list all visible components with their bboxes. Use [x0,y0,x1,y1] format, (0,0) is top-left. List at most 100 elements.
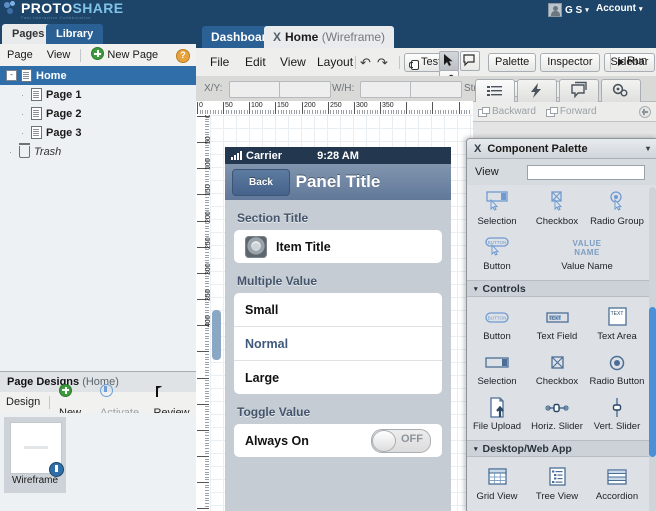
logo[interactable]: PROTOSHARE [4,1,124,15]
tree-item-home[interactable]: - Home [0,66,196,85]
ruler-tick [393,110,394,114]
bring-forward-button[interactable]: Forward [541,106,602,117]
list-item-large[interactable]: Large [234,360,442,394]
chevron-down-icon[interactable]: ▾ [646,144,650,153]
h-input[interactable] [410,81,462,98]
palette-scroll-area[interactable]: Selection Checkbox Radio Group BUTTON Bu… [467,185,656,511]
list-item-small[interactable]: Small [234,293,442,326]
help-icon[interactable]: ? [176,49,190,63]
ruler-tick [262,110,263,114]
menu-view[interactable]: View [40,44,78,66]
palette-title-bar: X Component Palette ▾ [467,139,656,159]
palette-section-label: Controls [482,282,526,295]
run-button[interactable]: Run [618,53,647,70]
tree-item-page-2[interactable]: · Page 2 [0,104,196,123]
user-menu[interactable]: G S ▾ [548,3,589,17]
account-menu[interactable]: Account ▾ [596,3,643,14]
palette-item-file-upload[interactable]: File Upload [467,392,527,437]
y-input[interactable] [279,81,331,98]
palette-item-selection[interactable]: Selection [467,347,527,392]
palette-item-value-name[interactable]: VALUE NAME Value Name [527,232,647,277]
ruler-tick [205,425,209,426]
palette-button[interactable]: Palette [488,53,537,72]
palette-item-text-field[interactable]: TEXT Text Field [527,302,587,347]
ruler-tick [205,440,209,441]
design-thumbnail-wireframe[interactable]: Wireframe [4,417,66,493]
xy-label: X/Y: [204,83,223,94]
ruler-tick [200,110,201,114]
notes-tab[interactable] [559,79,599,103]
tree-item-page-3[interactable]: · Page 3 [0,123,196,142]
palette-scrollbar[interactable] [649,187,656,511]
list-item-normal[interactable]: Normal [234,326,442,360]
palette-item-grid-view[interactable]: Grid View [467,462,527,507]
menu-design[interactable]: Design [0,392,46,413]
palette-item-selection-mobile[interactable]: Selection [467,187,527,232]
menu-view[interactable]: View [276,54,310,71]
list-item-item-title[interactable]: Item Title [234,230,442,263]
palette-item-accordion[interactable]: Accordion [587,462,647,507]
palette-item-vertical-slider[interactable]: Vert. Slider [587,392,647,437]
w-input[interactable] [360,81,412,98]
tree-item-page-1[interactable]: · Page 1 [0,85,196,104]
canvas-scrollbar[interactable] [212,310,221,360]
ruler-tick [349,110,350,114]
menu-file[interactable]: File [206,54,233,71]
palette-scrollbar-thumb[interactable] [649,307,656,457]
menu-page[interactable]: Page [0,44,40,66]
undo-icon[interactable]: ↶ [360,55,371,71]
menu-layout[interactable]: Layout [313,54,357,71]
close-icon[interactable]: X [474,143,481,155]
tab-library[interactable]: Library [46,24,104,44]
list-item-always-on[interactable]: Always On OFF [234,424,442,457]
ruler-tick [228,110,229,114]
x-input[interactable] [229,81,281,98]
ruler-tick [260,110,261,114]
mobile-wireframe[interactable]: Carrier 9:28 AM Back Panel Title Section… [225,147,451,511]
palette-section-controls[interactable]: ▾ Controls [467,280,656,297]
tree-item-label: Page 3 [46,126,82,139]
palette-item-button[interactable]: BUTTON Button [467,302,527,347]
palette-item-radio-button[interactable]: Radio Button [587,347,647,392]
palette-item-tree-view[interactable]: Tree View [527,462,587,507]
ruler-tick [448,110,449,114]
tree-item-trash[interactable]: · Trash [0,142,196,161]
palette-item-text-area[interactable]: TEXT Text Area [587,302,647,347]
add-icon[interactable] [639,106,651,118]
palette-item-checkbox[interactable]: Checkbox [527,347,587,392]
settings-tab[interactable] [601,79,641,103]
palette-item-radio-group-mobile[interactable]: Radio Group [587,187,647,232]
palette-section-label: Desktop/Web App [482,442,572,455]
toggle-switch[interactable]: OFF [371,428,431,453]
backward-label: Backward [492,106,536,117]
palette-group-desktop: Grid View Tree View Accordion [467,457,656,510]
ruler-label: 0 [199,102,203,109]
palette-item-checkbox-mobile[interactable]: Checkbox [527,187,587,232]
palette-item-horizontal-slider[interactable]: Horiz. Slider [527,392,587,437]
outline-tab[interactable] [475,79,515,103]
palette-item-button-mobile[interactable]: BUTTON Button [467,232,527,277]
collapse-icon[interactable]: - [6,70,17,81]
tab-home-wireframe[interactable]: X Home (Wireframe) [264,26,395,48]
ruler-tick [205,506,209,507]
pointer-tool[interactable] [439,51,459,71]
menu-edit[interactable]: Edit [241,54,270,71]
component-palette-panel: X Component Palette ▾ View Selection Che… [466,138,656,511]
comment-tool[interactable] [460,51,480,71]
tab-home-label: Home [285,30,319,44]
design-canvas[interactable]: Carrier 9:28 AM Back Panel Title Section… [210,115,473,511]
ruler-tick [396,110,397,114]
view-input[interactable] [526,164,645,180]
palette-item-label: Radio Button [589,376,645,387]
redo-icon[interactable]: ↷ [377,55,388,71]
ruler-tick [197,378,209,379]
events-tab[interactable] [517,79,557,103]
gears-icon [612,83,628,97]
new-page-button[interactable]: New Page [84,44,165,66]
send-backward-button[interactable]: Backward [473,106,541,117]
inspector-button[interactable]: Inspector [540,53,600,72]
ruler-tick [215,110,216,114]
close-icon[interactable]: X [273,30,281,44]
ruler-tick [205,197,209,198]
palette-section-desktop-web-app[interactable]: ▾ Desktop/Web App [467,440,656,457]
